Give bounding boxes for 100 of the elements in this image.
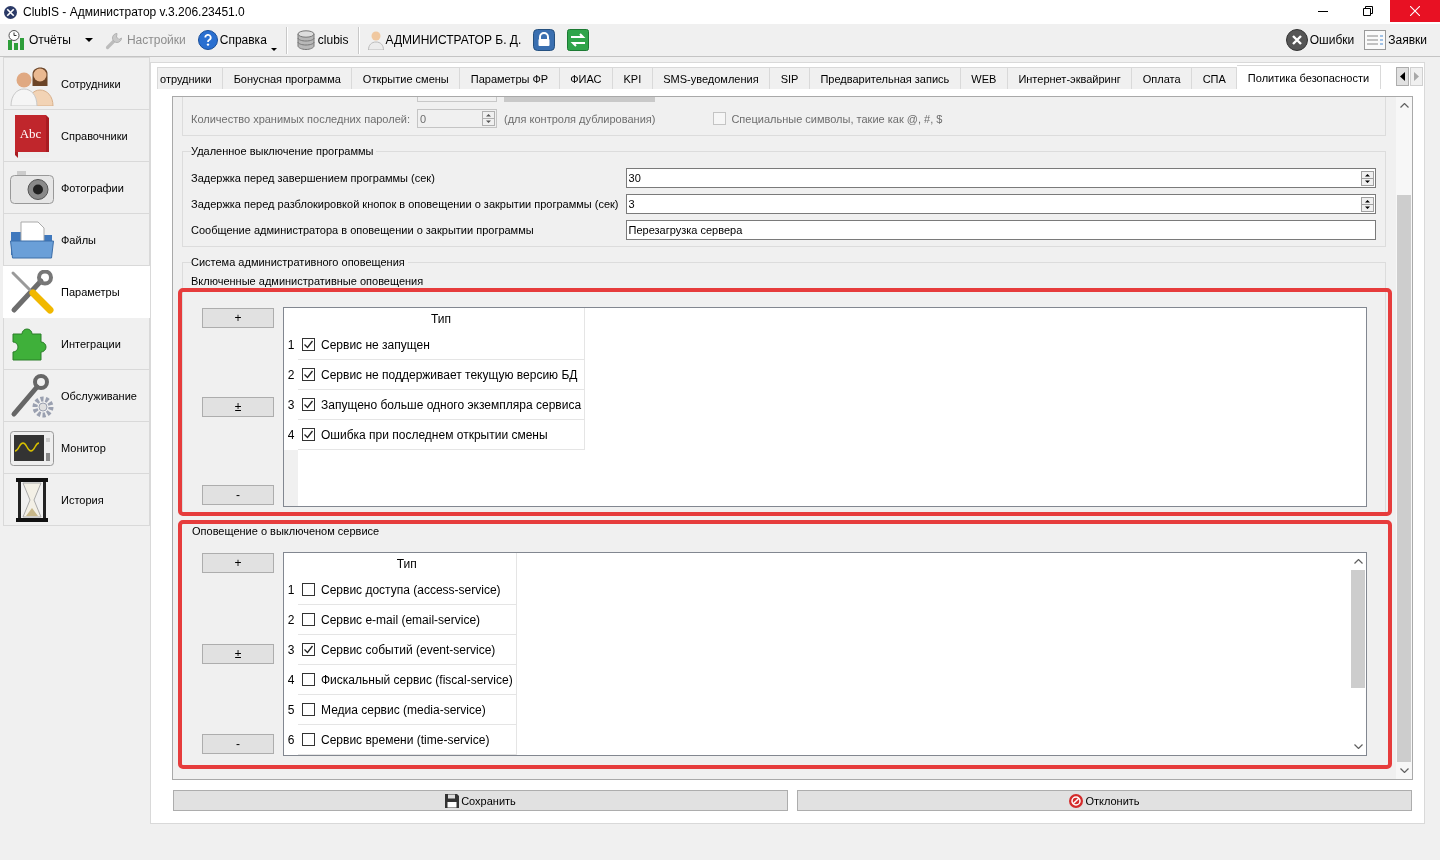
row-number: 3: [284, 635, 298, 665]
checkbox[interactable]: [302, 643, 315, 656]
cancel-button[interactable]: Отклонить: [797, 790, 1412, 811]
spin-field[interactable]: 3: [625, 194, 1376, 214]
add-button[interactable]: +: [202, 308, 274, 328]
checkbox[interactable]: [302, 368, 315, 381]
tick-icon: [303, 644, 314, 655]
arrows-icon: [567, 29, 590, 51]
chevron-up-icon: [1353, 559, 1363, 564]
tab[interactable]: ФИАС: [559, 67, 613, 89]
database-icon: [295, 30, 316, 50]
checkbox-label: Специальные символы, такие как @, #, $: [731, 112, 943, 125]
chevron-down-icon: [1353, 744, 1363, 749]
checkbox[interactable]: [302, 338, 315, 351]
scrollbar-thumb[interactable]: [1397, 195, 1411, 762]
tick-icon: [303, 399, 314, 410]
sidebar-item[interactable]: Abc Справочники: [3, 110, 150, 162]
help-icon: [197, 30, 218, 50]
user-icon: [367, 30, 384, 50]
row-number: 2: [284, 360, 298, 390]
floppy-icon: [445, 793, 460, 808]
remove-button[interactable]: -: [202, 734, 274, 754]
tab[interactable]: Политика безопасности: [1237, 65, 1381, 89]
save-button[interactable]: Сохранить: [173, 790, 788, 811]
toolbar-button[interactable]: Ошибки: [1282, 26, 1358, 54]
checkbox[interactable]: [302, 613, 315, 626]
toolbar-button[interactable]: Справка: [194, 26, 280, 54]
checkbox[interactable]: [302, 428, 315, 441]
plus-minus-button[interactable]: ±: [202, 643, 274, 664]
row-number: 4: [284, 665, 298, 695]
scroll-left-button[interactable]: [1396, 66, 1409, 86]
toolbar-button[interactable]: clubis: [292, 26, 352, 54]
field-label: Задержка перед завершением программы (сек): [191, 172, 436, 184]
tab[interactable]: Открытие смены: [352, 67, 461, 89]
tab[interactable]: отрудники: [157, 67, 224, 89]
tab[interactable]: SMS-уведомления: [652, 67, 771, 89]
group-title: Система административного оповещения: [191, 255, 408, 270]
list-icon: [1364, 30, 1387, 50]
group-title: Оповещение о выключеном сервисе: [191, 524, 381, 538]
cell-text: Сервис доступа (access-service): [321, 582, 501, 597]
spin-field[interactable]: 30: [625, 168, 1376, 188]
scrollbar[interactable]: [1396, 97, 1412, 779]
checkbox[interactable]: [302, 733, 315, 746]
spin-arrows-icon: [482, 111, 495, 126]
field-label: Задержка перед разблокировкой кнопок в оповещении о закрытии программы (сек): [191, 198, 619, 210]
sidebar-item[interactable]: Обслуживание: [3, 370, 150, 422]
toolbar-button[interactable]: АДМИНИСТРАТОР Б. Д.: [364, 26, 525, 54]
sidebar-item[interactable]: История: [3, 474, 150, 526]
checkbox[interactable]: [302, 398, 315, 411]
remove-button[interactable]: -: [202, 485, 274, 505]
section-title: Включенные административные оповещения: [191, 275, 425, 288]
tick-icon: [303, 369, 314, 380]
input-field[interactable]: [417, 97, 497, 102]
sidebar-item[interactable]: Сотрудники: [3, 58, 150, 110]
minimize-icon: [1317, 10, 1328, 12]
add-button[interactable]: +: [202, 553, 274, 573]
cell-text: Сервис не запущен: [321, 337, 430, 352]
cell-text: Сервис времени (time-service): [321, 732, 490, 747]
spin-arrows-icon: [1361, 170, 1374, 186]
tab[interactable]: Интернет-эквайринг: [1007, 67, 1133, 89]
checkbox[interactable]: [302, 703, 315, 716]
toolbar-button[interactable]: Заявки: [1361, 26, 1430, 54]
tab[interactable]: SIP: [770, 67, 810, 89]
toolbar-button[interactable]: Отчёты: [4, 26, 74, 54]
row-number: 1: [284, 575, 298, 605]
row-number: 6: [284, 725, 298, 755]
tools-icon: [10, 269, 54, 314]
cell-text: Фискальный сервис (fiscal-service): [321, 672, 513, 687]
window-title: ClubIS - Администратор v.3.206.23451.0: [23, 5, 246, 19]
tab[interactable]: Бонусная программа: [223, 67, 353, 89]
close-icon: [1410, 6, 1420, 16]
cell-text: Сервис e-mail (email-service): [321, 612, 481, 627]
sidebar-item[interactable]: Параметры: [3, 266, 150, 318]
sidebar-item[interactable]: Монитор: [3, 422, 150, 474]
chart-clock-icon: [7, 30, 27, 50]
row-number: 4: [284, 420, 298, 450]
sidebar-item[interactable]: Файлы: [3, 214, 150, 266]
tab[interactable]: Параметры ФР: [460, 67, 560, 89]
tab[interactable]: Оплата: [1132, 67, 1193, 89]
spin-arrows-icon: [1361, 196, 1374, 212]
caret-icon: [84, 38, 93, 42]
field-hint: (для контроля дублирования): [504, 112, 656, 125]
restore-icon: [1362, 6, 1373, 16]
checkbox[interactable]: [302, 673, 315, 686]
cell-text: Сервис событий (event-service): [321, 642, 496, 657]
field-label: Сообщение администратора в оповещении о закрытии программы: [191, 224, 535, 236]
row-number: 1: [284, 330, 298, 360]
tab[interactable]: WEB: [960, 67, 1008, 89]
tab[interactable]: KPI: [613, 67, 653, 89]
tick-icon: [303, 339, 314, 350]
sidebar-item[interactable]: Фотографии: [3, 162, 150, 214]
row-number: 3: [284, 390, 298, 420]
triangle-left-icon: [1400, 71, 1405, 81]
sidebar-item[interactable]: Интеграции: [3, 318, 150, 370]
scrollbar-thumb[interactable]: [1351, 570, 1365, 688]
tab[interactable]: СПА: [1192, 67, 1238, 89]
plus-minus-button[interactable]: ±: [202, 396, 274, 417]
text-field[interactable]: Перезагрузка сервера: [625, 220, 1376, 240]
tab[interactable]: Предварительная запись: [809, 67, 961, 89]
checkbox[interactable]: [302, 583, 315, 596]
